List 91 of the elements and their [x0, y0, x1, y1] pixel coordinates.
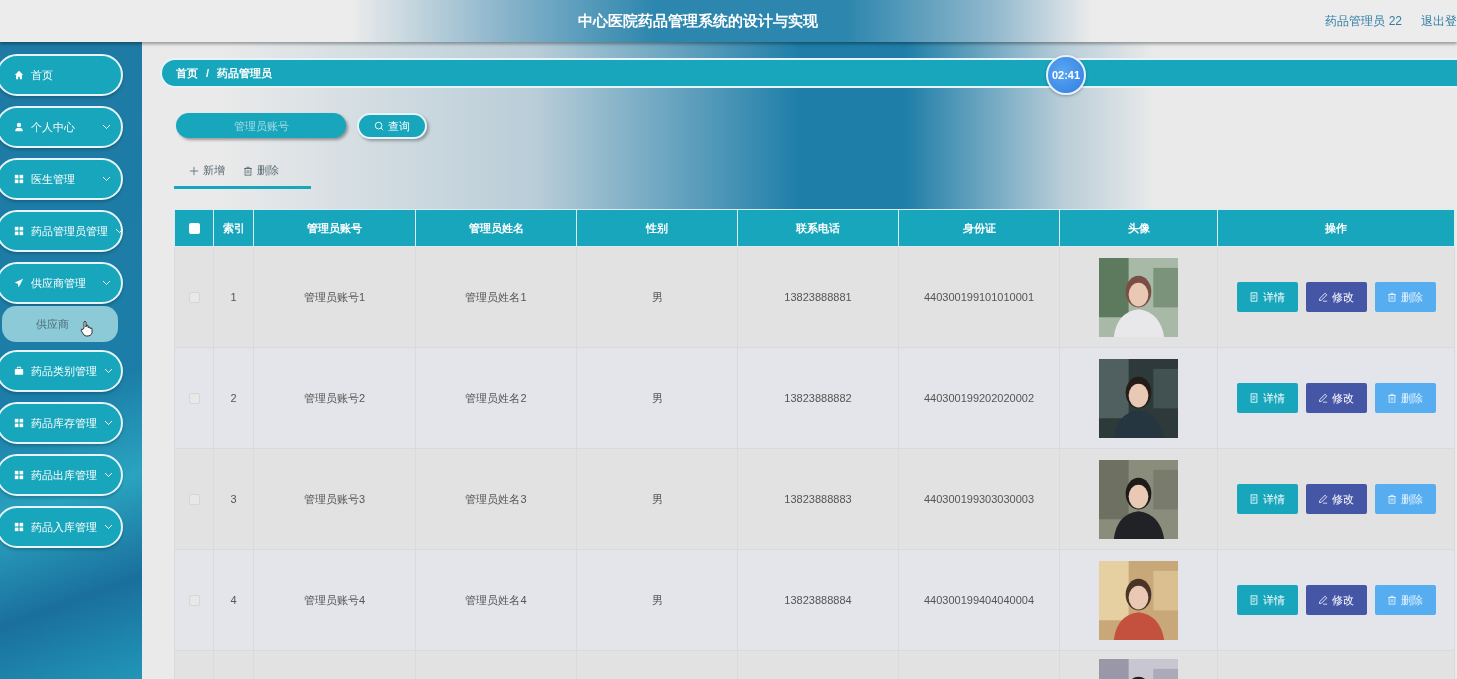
trash-icon: [243, 165, 253, 176]
app-title: 中心医院药品管理系统的设计与实现: [576, 11, 819, 31]
table-cell: 3: [230, 493, 237, 505]
search-button[interactable]: 查询: [357, 113, 427, 139]
table-cell: 男: [651, 593, 663, 606]
select-all-checkbox[interactable]: [188, 223, 200, 235]
grid-icon: [14, 418, 24, 428]
table-cell: 13823888884: [784, 594, 852, 606]
table-cell: 管理员账号4: [303, 593, 366, 606]
table-cell: 2: [230, 392, 237, 404]
sidebar-item[interactable]: 供应商管理: [0, 262, 123, 304]
table-cell: 440300199101010001: [923, 291, 1035, 303]
timer-badge: 02:41: [1046, 55, 1086, 95]
column-header: 头像: [1127, 221, 1150, 234]
column-header: 索引: [222, 221, 245, 234]
delete-button[interactable]: 删除: [1374, 383, 1436, 413]
sidebar-item[interactable]: 药品类别管理: [0, 350, 123, 392]
sidebar-item[interactable]: 药品管理员管理: [0, 210, 123, 252]
pencil-icon: [1318, 595, 1328, 605]
table-cell: 13823888882: [784, 392, 852, 404]
detail-button[interactable]: 详情: [1236, 585, 1298, 615]
table-cell: 13823888881: [784, 291, 852, 303]
table-cell: 440300199404040004: [923, 594, 1035, 606]
table-cell: 男: [651, 492, 663, 505]
table-cell: 管理员姓名2: [465, 391, 527, 404]
table-cell: 13823888883: [784, 493, 852, 505]
submenu-item[interactable]: 供应商: [2, 306, 118, 342]
table-cell: 管理员账号1: [303, 290, 366, 303]
table-cell: 管理员账号3: [303, 492, 366, 505]
table-cell: 男: [651, 290, 663, 303]
pencil-icon: [1318, 494, 1328, 504]
sidebar-item[interactable]: 药品库存管理: [0, 402, 123, 444]
table-cell: 440300199303030003: [923, 493, 1035, 505]
user-name[interactable]: 药品管理员 22: [1325, 12, 1402, 30]
grid-icon: [14, 174, 24, 184]
delete-button[interactable]: 删除: [1374, 585, 1436, 615]
trash-icon: [1387, 494, 1397, 504]
breadcrumb-item[interactable]: 首页: [176, 65, 198, 81]
column-header: 身份证: [962, 221, 996, 234]
logout-link[interactable]: 退出登: [1421, 12, 1457, 30]
breadcrumb-item[interactable]: 药品管理员: [217, 65, 273, 81]
sidebar-item[interactable]: 药品出库管理: [0, 454, 123, 496]
edit-button[interactable]: 修改: [1305, 484, 1367, 514]
column-header: 操作: [1325, 221, 1347, 234]
pencil-icon: [1318, 393, 1328, 403]
toolbar-button[interactable]: 删除: [243, 161, 279, 180]
delete-button[interactable]: 删除: [1374, 282, 1436, 312]
table-cell: 管理员账号2: [303, 391, 366, 404]
trash-icon: [1387, 595, 1397, 605]
table-cell: 管理员姓名4: [465, 593, 527, 606]
delete-button[interactable]: 删除: [1374, 484, 1436, 514]
trash-icon: [1387, 393, 1397, 403]
detail-button[interactable]: 详情: [1236, 383, 1298, 413]
paper-plane-icon: [14, 278, 24, 288]
column-header: 性别: [646, 221, 668, 234]
detail-button[interactable]: 详情: [1236, 484, 1298, 514]
column-header: 管理员账号: [307, 221, 362, 234]
detail-button[interactable]: 详情: [1236, 282, 1298, 312]
grid-icon: [14, 470, 24, 480]
grid-icon: [14, 226, 24, 236]
search-field[interactable]: 管理员账号: [176, 113, 346, 138]
table-cell: 440300199202020002: [923, 392, 1035, 404]
edit-button[interactable]: 修改: [1305, 383, 1367, 413]
sidebar-item[interactable]: 药品入库管理: [0, 506, 123, 548]
document-icon: [1249, 393, 1259, 403]
search-icon: [374, 121, 384, 131]
table-cell: 男: [651, 391, 663, 404]
column-header: 联系电话: [796, 221, 840, 234]
user-icon: [14, 122, 24, 132]
edit-button[interactable]: 修改: [1305, 585, 1367, 615]
sidebar-item[interactable]: 首页: [0, 54, 123, 96]
column-header: 管理员姓名: [468, 221, 524, 234]
hand-cursor-icon: [80, 320, 94, 337]
document-icon: [1249, 494, 1259, 504]
pencil-icon: [1318, 292, 1328, 302]
document-icon: [1249, 292, 1259, 302]
trash-icon: [1387, 292, 1397, 302]
table-cell: 4: [230, 594, 237, 606]
toolbar-button[interactable]: 新增: [189, 161, 225, 180]
table-cell: 管理员姓名1: [465, 290, 527, 303]
home-icon: [14, 70, 24, 80]
breadcrumb-separator: /: [206, 67, 210, 79]
grid-icon: [14, 522, 24, 532]
sidebar-item[interactable]: 个人中心: [0, 106, 123, 148]
plus-icon: [189, 165, 199, 176]
document-icon: [1249, 595, 1259, 605]
briefcase-icon: [14, 366, 24, 376]
table-cell: 管理员姓名3: [465, 492, 527, 505]
sidebar-item[interactable]: 医生管理: [0, 158, 123, 200]
table-cell: 1: [230, 291, 237, 303]
edit-button[interactable]: 修改: [1305, 282, 1367, 312]
